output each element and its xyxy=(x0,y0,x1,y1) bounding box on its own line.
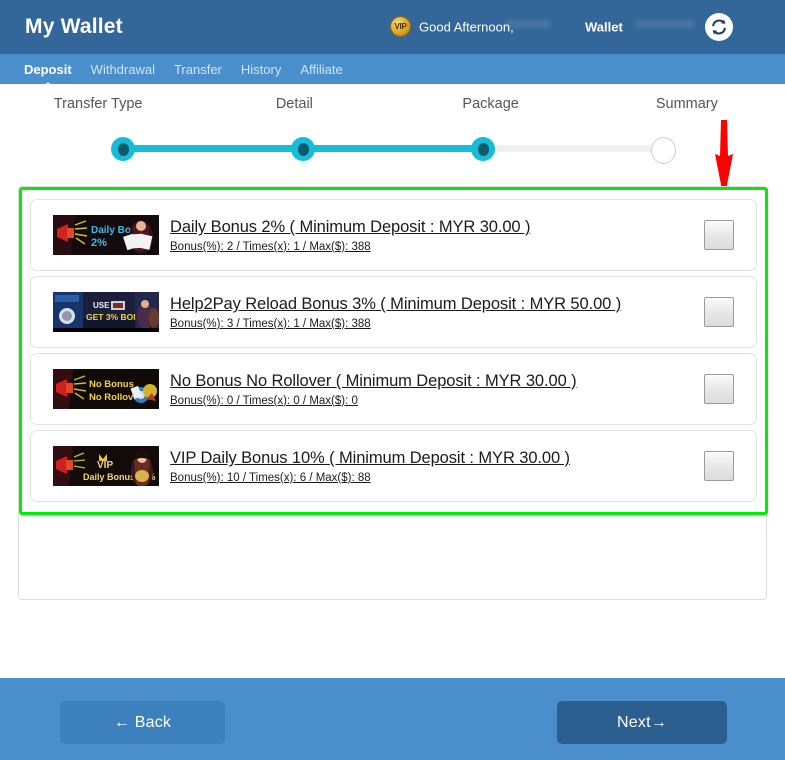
package-list: Daily Bonus 2% Daily Bonus 2% ( Minimum … xyxy=(30,199,757,502)
help2pay-reload-bonus-banner: USE GET 3% BONUS xyxy=(53,292,159,332)
package-info: Daily Bonus 2% ( Minimum Deposit : MYR 3… xyxy=(170,217,704,253)
wallet-page: My Wallet VIP Good Afternoon, Wallet Dep… xyxy=(0,0,785,760)
step-dot-package[interactable] xyxy=(471,137,495,161)
action-bar: ← Back Next→ xyxy=(0,678,785,760)
package-title: VIP Daily Bonus 10% ( Minimum Deposit : … xyxy=(170,449,570,468)
package-details: Bonus(%): 3 / Times(x): 1 / Max($): 388 xyxy=(170,317,371,330)
stepper-track xyxy=(123,145,663,152)
step-dot-summary[interactable] xyxy=(651,137,676,164)
package-details: Bonus(%): 0 / Times(x): 0 / Max($): 0 xyxy=(170,394,358,407)
svg-text:2%: 2% xyxy=(91,237,107,249)
package-row-help2pay-reload-bonus-3[interactable]: USE GET 3% BONUS Help2Pay Reload Bonus 3… xyxy=(30,276,757,348)
redacted-username xyxy=(505,20,551,28)
package-info: No Bonus No Rollover ( Minimum Deposit :… xyxy=(170,371,704,407)
no-bonus-no-rollover-banner: No Bonus No Rollover xyxy=(53,369,159,409)
package-details: Bonus(%): 10 / Times(x): 6 / Max($): 88 xyxy=(170,471,371,484)
svg-text:No Bonus: No Bonus xyxy=(89,379,134,390)
package-info: VIP Daily Bonus 10% ( Minimum Deposit : … xyxy=(170,448,704,484)
tab-transfer[interactable]: Transfer xyxy=(173,60,223,79)
package-title: Daily Bonus 2% ( Minimum Deposit : MYR 3… xyxy=(170,218,531,237)
step-label-package: Package xyxy=(462,96,519,112)
page-title: My Wallet xyxy=(25,15,123,38)
vip-daily-bonus-10-banner: VIP Daily Bonus 10% xyxy=(53,446,159,486)
package-checkbox[interactable] xyxy=(704,220,734,250)
svg-text:VIP: VIP xyxy=(97,460,113,471)
package-info: Help2Pay Reload Bonus 3% ( Minimum Depos… xyxy=(170,294,704,330)
step-label-summary: Summary xyxy=(655,96,718,112)
package-panel: Daily Bonus 2% Daily Bonus 2% ( Minimum … xyxy=(18,186,768,600)
package-row-daily-bonus-2[interactable]: Daily Bonus 2% Daily Bonus 2% ( Minimum … xyxy=(30,199,757,271)
package-details: Bonus(%): 2 / Times(x): 1 / Max($): 388 xyxy=(170,240,371,253)
top-header: My Wallet VIP Good Afternoon, Wallet xyxy=(0,0,785,54)
package-title: No Bonus No Rollover ( Minimum Deposit :… xyxy=(170,372,577,391)
package-row-vip-daily-bonus-10[interactable]: VIP Daily Bonus 10% VIP Daily Bonus 10% … xyxy=(30,430,757,502)
step-dot-transfer-type[interactable] xyxy=(111,137,135,161)
tab-history[interactable]: History xyxy=(240,60,282,79)
highlight-box: Daily Bonus 2% Daily Bonus 2% ( Minimum … xyxy=(19,187,768,515)
stepper-labels: Transfer Type Detail Package Summary xyxy=(0,96,785,112)
package-title: Help2Pay Reload Bonus 3% ( Minimum Depos… xyxy=(170,295,622,314)
tab-deposit[interactable]: Deposit xyxy=(23,60,73,79)
step-label-transfer-type: Transfer Type xyxy=(53,96,143,112)
vip-badge-label: VIP xyxy=(394,21,407,31)
main-nav: Deposit Withdrawal Transfer History Affi… xyxy=(0,54,785,84)
package-checkbox[interactable] xyxy=(704,297,734,327)
daily-bonus-2-banner: Daily Bonus 2% xyxy=(53,215,159,255)
tab-affiliate[interactable]: Affiliate xyxy=(299,60,343,79)
package-checkbox[interactable] xyxy=(704,374,734,404)
step-label-detail: Detail xyxy=(275,96,313,112)
tab-withdrawal[interactable]: Withdrawal xyxy=(90,60,156,79)
package-checkbox[interactable] xyxy=(704,451,734,481)
refresh-icon[interactable] xyxy=(705,13,733,41)
refresh-glyph xyxy=(712,19,726,35)
redacted-balance xyxy=(635,20,695,28)
package-row-no-bonus-no-rollover[interactable]: No Bonus No Rollover No Bonus No Rollove… xyxy=(30,353,757,425)
step-dot-detail[interactable] xyxy=(291,137,315,161)
progress-stepper: Transfer Type Detail Package Summary xyxy=(0,84,785,170)
greeting-text: Good Afternoon, xyxy=(419,19,514,35)
vip-badge-icon: VIP xyxy=(390,16,411,37)
wallet-balance-label: Wallet xyxy=(585,19,623,35)
svg-text:USE: USE xyxy=(93,301,110,310)
back-button[interactable]: ← Back xyxy=(60,701,225,744)
next-button[interactable]: Next→ xyxy=(557,701,727,744)
